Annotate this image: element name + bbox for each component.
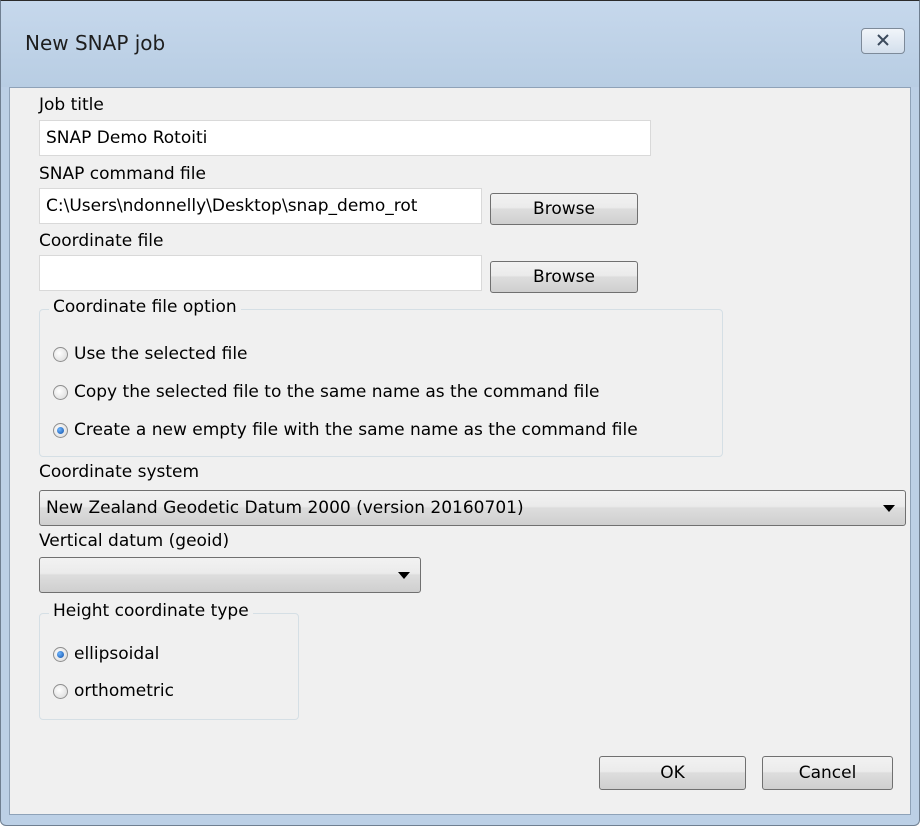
height-coordinate-type-title: Height coordinate type [49, 601, 253, 621]
browse-coordinate-button[interactable]: Browse [490, 261, 638, 293]
height-option-label: orthometric [74, 681, 174, 701]
browse-command-button[interactable]: Browse [490, 193, 638, 225]
title-bar[interactable]: New SNAP job [1, 1, 919, 87]
coordinate-system-label: Coordinate system [39, 462, 200, 482]
coord-option-create-new[interactable]: Create a new empty file with the same na… [53, 420, 638, 440]
job-title-label: Job title [39, 95, 104, 115]
dialog-body: Job title SNAP Demo Rotoiti SNAP command… [9, 87, 911, 815]
close-button[interactable] [861, 28, 905, 54]
vertical-datum-label: Vertical datum (geoid) [39, 531, 230, 551]
radio-button[interactable] [53, 346, 68, 362]
radio-button[interactable] [53, 683, 68, 699]
coord-option-label: Use the selected file [74, 344, 248, 364]
chevron-down-icon [398, 572, 410, 579]
vertical-datum-select[interactable] [39, 557, 421, 593]
coordinate-file-label: Coordinate file [39, 231, 164, 251]
radio-button-selected[interactable] [53, 646, 68, 662]
job-title-input[interactable]: SNAP Demo Rotoiti [39, 120, 651, 156]
height-option-orthometric[interactable]: orthometric [53, 681, 174, 701]
coordinate-system-select[interactable]: New Zealand Geodetic Datum 2000 (version… [39, 490, 906, 526]
command-file-label: SNAP command file [39, 164, 206, 184]
radio-button-selected[interactable] [53, 422, 68, 438]
coord-option-label: Copy the selected file to the same name … [74, 382, 600, 402]
coordinate-file-option-title: Coordinate file option [49, 297, 241, 317]
cancel-button[interactable]: Cancel [762, 756, 893, 790]
coordinate-system-value: New Zealand Geodetic Datum 2000 (version… [46, 498, 524, 518]
chevron-down-icon [883, 505, 895, 512]
close-icon [876, 31, 890, 51]
dialog-title: New SNAP job [25, 31, 166, 55]
coord-option-copy-selected[interactable]: Copy the selected file to the same name … [53, 382, 600, 402]
coordinate-file-input[interactable] [39, 255, 482, 291]
dialog-window: New SNAP job Job title SNAP Demo Rotoiti… [0, 0, 920, 826]
coord-option-label: Create a new empty file with the same na… [74, 420, 638, 440]
height-coordinate-type-group [39, 613, 299, 720]
ok-button[interactable]: OK [599, 756, 746, 790]
coord-option-use-selected[interactable]: Use the selected file [53, 344, 248, 364]
height-option-label: ellipsoidal [74, 644, 160, 664]
height-option-ellipsoidal[interactable]: ellipsoidal [53, 644, 159, 664]
command-file-input[interactable]: C:\Users\ndonnelly\Desktop\snap_demo_rot [39, 188, 482, 224]
radio-button[interactable] [53, 384, 68, 400]
